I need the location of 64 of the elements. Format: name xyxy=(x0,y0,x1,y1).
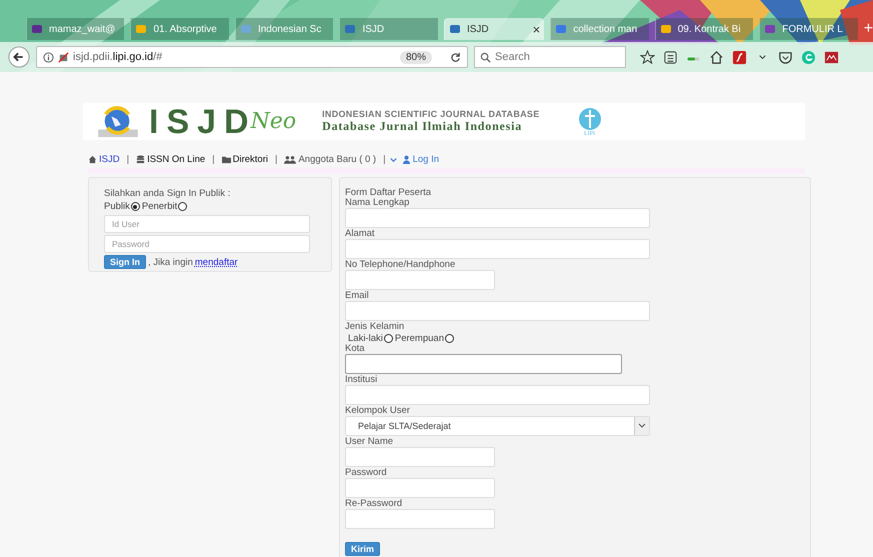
new-tab-button[interactable]: + xyxy=(864,20,873,38)
nav-separator: | xyxy=(126,154,130,164)
tab-favicon-icon xyxy=(555,23,568,35)
nav-separator: | xyxy=(383,154,386,164)
dropdown-field[interactable]: Pelajar SLTA/Sederajat xyxy=(345,416,650,436)
folder-icon xyxy=(222,154,231,164)
field-label: Institusi xyxy=(345,375,378,385)
users-icon xyxy=(284,154,296,164)
sign-in-prompt: Silahkan anda Sign In Publik : xyxy=(104,188,230,199)
user-icon xyxy=(402,154,411,164)
field-label: Nama Lengkap xyxy=(345,198,410,208)
home-icon[interactable] xyxy=(709,50,724,64)
banner-tagline: Database Jurnal Ilmiah Indonesia xyxy=(322,120,524,134)
nav-separator: | xyxy=(275,154,278,164)
search-icon xyxy=(480,52,491,62)
chevron-down-icon xyxy=(634,417,649,435)
info-icon xyxy=(43,52,54,62)
database-icon xyxy=(136,154,146,164)
field-label: User Name xyxy=(345,437,394,447)
field-label: Jenis Kelamin xyxy=(345,322,404,332)
radio-option[interactable]: Laki-laki xyxy=(348,333,393,344)
flash-plugin-icon[interactable] xyxy=(732,50,747,64)
input-field[interactable] xyxy=(345,354,622,374)
field-label: Email xyxy=(345,291,369,301)
tab-favicon-icon xyxy=(31,23,43,35)
zoom-level[interactable]: 80% xyxy=(400,50,432,64)
close-tab-button[interactable]: × xyxy=(532,22,540,36)
home-icon xyxy=(88,154,97,164)
field-label: Kota xyxy=(345,344,365,354)
field-label: Alamat xyxy=(345,229,375,239)
register-note: , Jika ingin xyxy=(148,256,193,268)
browser-tab[interactable]: FORMULIR L xyxy=(759,18,858,40)
nav-link[interactable]: ISJD xyxy=(88,154,120,164)
reload-icon[interactable] xyxy=(450,52,461,62)
radio-option[interactable]: Publik xyxy=(104,201,140,212)
field-label: Password xyxy=(345,468,387,478)
radio-option[interactable]: Perempuan xyxy=(394,333,454,344)
banner-subtitle: INDONESIAN SCIENTIFIC JOURNAL DATABASE xyxy=(322,109,540,120)
radio-option[interactable]: Penerbit xyxy=(142,201,188,212)
extension-icon[interactable] xyxy=(824,50,839,64)
search-field[interactable]: Search xyxy=(474,46,626,68)
back-button[interactable] xyxy=(8,46,30,68)
nav-link[interactable]: Anggota Baru ( 0 ) xyxy=(284,154,376,164)
nav-link[interactable]: Direktori xyxy=(222,154,268,164)
submit-button[interactable]: Kirim xyxy=(345,542,380,556)
nav-link[interactable]: ISSN On Line xyxy=(136,154,206,164)
register-link[interactable]: mendaftar xyxy=(194,256,238,268)
browser-tab[interactable]: ISJD × xyxy=(444,18,544,40)
tab-favicon-icon xyxy=(344,23,356,35)
lipi-logo-icon xyxy=(578,106,602,130)
pocket-icon[interactable] xyxy=(778,50,793,64)
tab-favicon-icon xyxy=(764,23,776,35)
nav-link[interactable]: Log In xyxy=(402,154,439,164)
field-label: No Telephone/Handphone xyxy=(345,260,456,270)
sign-in-button[interactable]: Sign In xyxy=(104,255,146,269)
reading-list-icon[interactable] xyxy=(663,50,678,64)
tab-favicon-icon xyxy=(135,23,148,35)
field-label: Kelompok User xyxy=(345,406,410,416)
bookmark-star-icon[interactable] xyxy=(640,50,655,64)
blocked-content-icon xyxy=(58,52,69,62)
address-bar[interactable]: isjd.pdii.lipi.go.id/# 80% xyxy=(36,46,468,68)
nav-separator: | xyxy=(212,154,215,164)
field-label: Re-Password xyxy=(345,499,402,509)
form-title: Form Daftar Peserta xyxy=(345,188,432,198)
